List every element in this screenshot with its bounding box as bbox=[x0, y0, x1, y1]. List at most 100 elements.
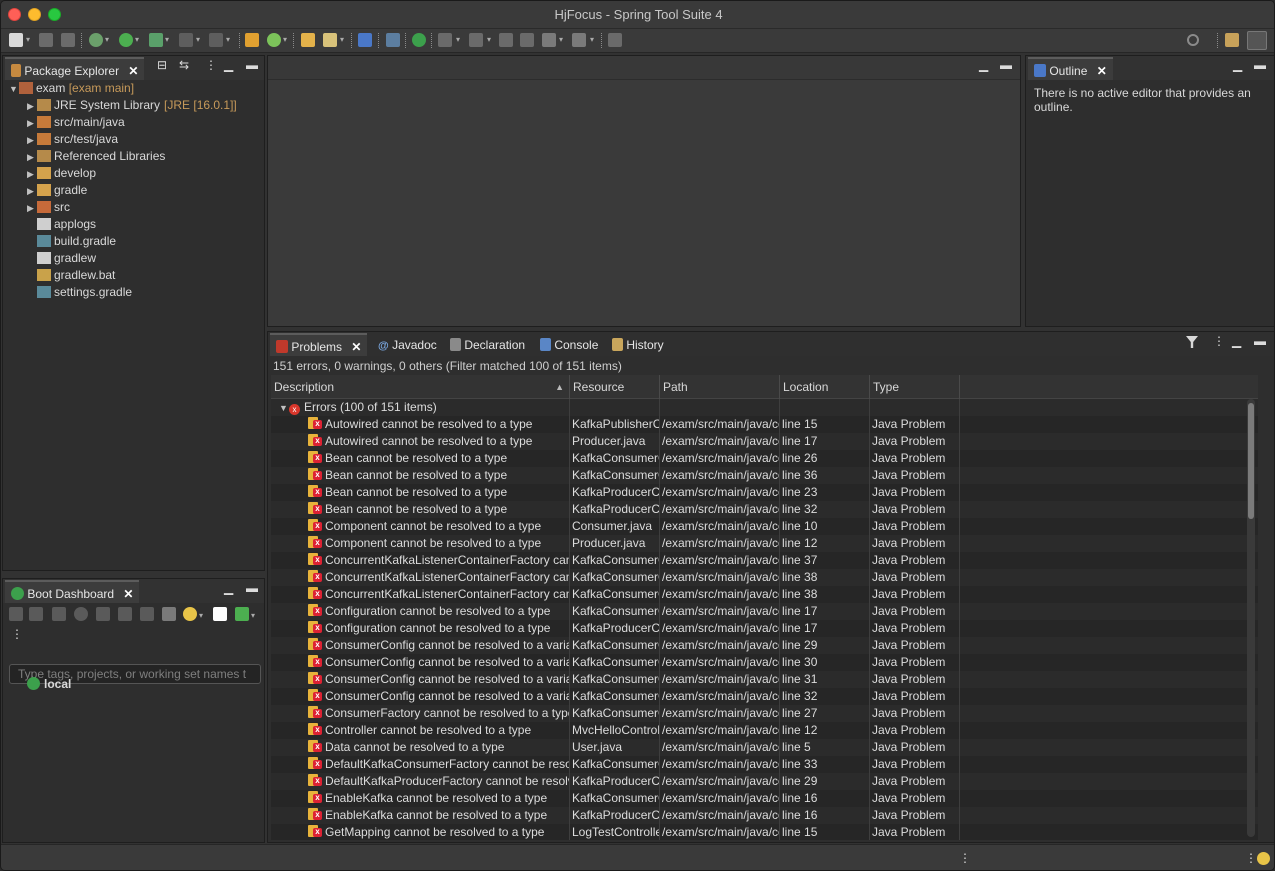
maximize-icon[interactable]: ▬ bbox=[246, 581, 258, 595]
forward-arrow-icon[interactable] bbox=[572, 33, 586, 47]
tree-node[interactable]: ▶ develop bbox=[27, 165, 96, 182]
tab-package-explorer[interactable]: Package Explorer ✕ bbox=[5, 57, 145, 80]
next-annotation-dropdown-icon[interactable]: ▾ bbox=[456, 35, 460, 44]
filter-icon[interactable] bbox=[213, 607, 227, 621]
lightbulb-icon[interactable] bbox=[1257, 852, 1270, 865]
table-row[interactable]: ConcurrentKafkaListenerContainerFactory … bbox=[271, 569, 1258, 586]
table-row[interactable]: Bean cannot be resolved to a type KafkaPr… bbox=[271, 501, 1258, 518]
lightbulb-icon[interactable] bbox=[183, 607, 197, 621]
view-menu-icon[interactable]: ⋮ bbox=[11, 627, 23, 641]
close-icon[interactable]: ✕ bbox=[351, 340, 361, 354]
open-folder-icon[interactable] bbox=[301, 33, 315, 47]
column-header-path[interactable]: Path bbox=[660, 375, 780, 399]
start-icon[interactable] bbox=[9, 607, 23, 621]
table-row[interactable]: Controller cannot be resolved to a type M… bbox=[271, 722, 1258, 739]
link-with-editor-icon[interactable]: ⇆ bbox=[179, 58, 189, 72]
table-row[interactable]: ConsumerFactory cannot be resolved to a … bbox=[271, 705, 1258, 722]
comment-icon[interactable] bbox=[358, 33, 372, 47]
column-header-location[interactable]: Location bbox=[780, 375, 870, 399]
tree-node[interactable]: gradlew.bat bbox=[27, 267, 115, 284]
table-row[interactable]: ConsumerConfig cannot be resolved to a v… bbox=[271, 671, 1258, 688]
minimize-icon[interactable]: ▁ bbox=[224, 581, 233, 595]
collapsed-triangle-icon[interactable]: ▶ bbox=[27, 115, 37, 132]
expanded-triangle-icon[interactable]: ▼ bbox=[9, 81, 19, 98]
table-row[interactable]: DefaultKafkaProducerFactory cannot be re… bbox=[271, 773, 1258, 790]
tab-outline[interactable]: Outline ✕ bbox=[1028, 57, 1113, 80]
minimize-icon[interactable]: ▁ bbox=[224, 58, 233, 72]
tab-console[interactable]: Console bbox=[534, 333, 604, 356]
disconnect-dropdown-icon[interactable]: ▾ bbox=[226, 35, 230, 44]
stop-dropdown-icon[interactable]: ▾ bbox=[196, 35, 200, 44]
open-browser-icon[interactable] bbox=[74, 607, 88, 621]
tab-history[interactable]: History bbox=[606, 333, 670, 356]
minimize-icon[interactable]: ▁ bbox=[1233, 58, 1242, 72]
table-row[interactable]: Bean cannot be resolved to a type KafkaCo… bbox=[271, 450, 1258, 467]
table-row[interactable]: GetMapping cannot be resolved to a type L… bbox=[271, 824, 1258, 840]
mark-occurrences-icon[interactable] bbox=[386, 33, 400, 47]
tab-declaration[interactable]: Declaration bbox=[444, 333, 531, 356]
edit-icon[interactable] bbox=[140, 607, 154, 621]
group-row-errors[interactable]: ▼ x Errors (100 of 151 items) bbox=[271, 399, 1258, 416]
table-row[interactable]: ConsumerConfig cannot be resolved to a v… bbox=[271, 688, 1258, 705]
close-icon[interactable]: ✕ bbox=[128, 64, 138, 78]
save-all-icon[interactable] bbox=[61, 33, 75, 47]
close-icon[interactable]: ✕ bbox=[123, 587, 133, 601]
tree-node[interactable]: applogs bbox=[27, 216, 96, 233]
minimize-icon[interactable]: ▁ bbox=[1232, 334, 1241, 348]
boot-power-icon[interactable] bbox=[412, 33, 426, 47]
collapse-all-icon[interactable]: ⊟ bbox=[157, 58, 167, 72]
table-row[interactable]: EnableKafka cannot be resolved to a type… bbox=[271, 807, 1258, 824]
new-spring-project-icon[interactable] bbox=[245, 33, 259, 47]
scrollbar-thumb[interactable] bbox=[1248, 403, 1254, 519]
debug-dropdown-icon[interactable]: ▾ bbox=[105, 35, 109, 44]
maximize-icon[interactable]: ▬ bbox=[1254, 58, 1266, 72]
column-header-resource[interactable]: Resource bbox=[570, 375, 660, 399]
table-row[interactable]: Data cannot be resolved to a type User.ja… bbox=[271, 739, 1258, 756]
open-perspective-icon[interactable] bbox=[1225, 33, 1239, 47]
collapsed-triangle-icon[interactable]: ▶ bbox=[27, 166, 37, 183]
pin-editor-icon[interactable] bbox=[608, 33, 622, 47]
tree-node[interactable]: gradlew bbox=[27, 250, 96, 267]
tree-node[interactable]: ▶ JRE System Library [JRE [16.0.1]] bbox=[27, 97, 237, 114]
debug-start-icon[interactable] bbox=[29, 607, 43, 621]
maximize-icon[interactable]: ▬ bbox=[1254, 334, 1266, 348]
tab-boot-dashboard[interactable]: Boot Dashboard ✕ bbox=[5, 580, 140, 603]
table-row[interactable]: Configuration cannot be resolved to a ty… bbox=[271, 620, 1258, 637]
table-row[interactable]: ConcurrentKafkaListenerContainerFactory … bbox=[271, 586, 1258, 603]
table-row[interactable]: Autowired cannot be resolved to a type Pr… bbox=[271, 433, 1258, 450]
next-annotation-icon[interactable] bbox=[438, 33, 452, 47]
table-row[interactable]: ConsumerConfig cannot be resolved to a v… bbox=[271, 637, 1258, 654]
run-external-dropdown-icon[interactable]: ▾ bbox=[165, 35, 169, 44]
close-icon[interactable]: ✕ bbox=[1097, 64, 1107, 78]
previous-annotation-icon[interactable] bbox=[469, 33, 483, 47]
boot-item-local[interactable]: local bbox=[27, 676, 71, 693]
last-edit-icon[interactable] bbox=[499, 33, 513, 47]
tree-node[interactable]: build.gradle bbox=[27, 233, 116, 250]
brush-icon[interactable] bbox=[323, 33, 337, 47]
add-dropdown-icon[interactable]: ▾ bbox=[251, 611, 255, 620]
debug-icon[interactable] bbox=[89, 33, 103, 47]
table-row[interactable]: EnableKafka cannot be resolved to a type… bbox=[271, 790, 1258, 807]
refresh-icon[interactable] bbox=[267, 33, 281, 47]
collapsed-triangle-icon[interactable]: ▶ bbox=[27, 200, 37, 217]
table-row[interactable]: Component cannot be resolved to a type Pr… bbox=[271, 535, 1258, 552]
expose-icon[interactable] bbox=[118, 607, 132, 621]
tree-node[interactable]: ▶ src/test/java bbox=[27, 131, 118, 148]
table-row[interactable]: ConcurrentKafkaListenerContainerFactory … bbox=[271, 552, 1258, 569]
refresh-dropdown-icon[interactable]: ▾ bbox=[283, 35, 287, 44]
run-icon[interactable] bbox=[119, 33, 133, 47]
tab-javadoc[interactable]: @ Javadoc bbox=[372, 333, 443, 356]
add-icon[interactable] bbox=[235, 607, 249, 621]
table-row[interactable]: Component cannot be resolved to a type Co… bbox=[271, 518, 1258, 535]
table-row[interactable]: Autowired cannot be resolved to a type Ka… bbox=[271, 416, 1258, 433]
table-row[interactable]: Configuration cannot be resolved to a ty… bbox=[271, 603, 1258, 620]
table-row[interactable]: DefaultKafkaConsumerFactory cannot be re… bbox=[271, 756, 1258, 773]
minimize-icon[interactable]: ▁ bbox=[979, 58, 988, 72]
tree-node[interactable]: ▶ src bbox=[27, 199, 70, 216]
tree-node[interactable]: settings.gradle bbox=[27, 284, 132, 301]
maximize-icon[interactable]: ▬ bbox=[1000, 58, 1012, 72]
column-header-type[interactable]: Type bbox=[870, 375, 960, 399]
search-icon[interactable] bbox=[1187, 34, 1199, 46]
forward-dropdown-icon[interactable]: ▾ bbox=[590, 35, 594, 44]
brush-dropdown-icon[interactable]: ▾ bbox=[340, 35, 344, 44]
